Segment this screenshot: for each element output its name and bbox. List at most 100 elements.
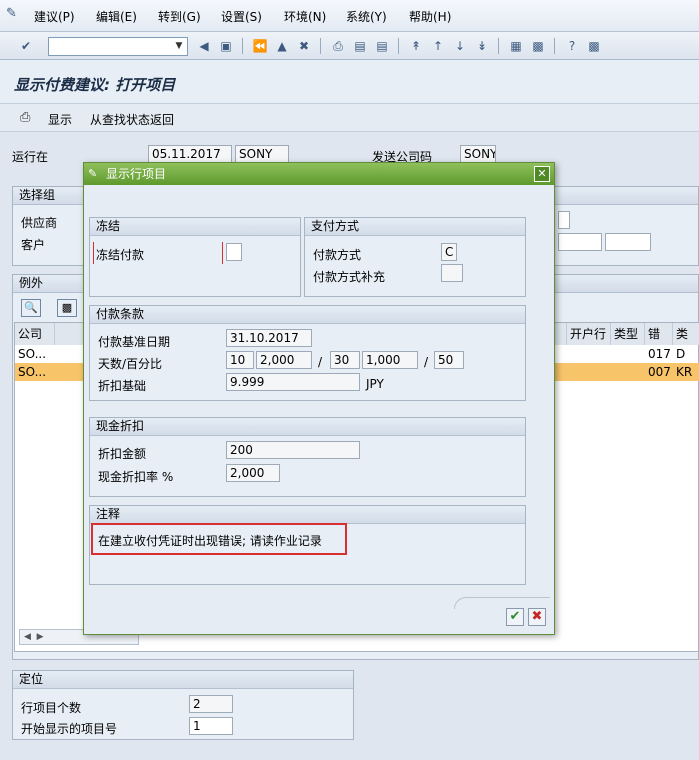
enter-icon[interactable]: ✔ [18,38,34,54]
back-arrow-icon[interactable]: ◀ [196,38,212,54]
run-id-field: SONY [235,145,289,163]
toolbar-divider [398,38,399,54]
block-group: 冻结 冻结付款 [89,217,301,297]
menu-goto[interactable]: 转到(G) [158,8,201,25]
payment-supplement-field [441,264,463,282]
error-note-highlight [91,523,347,555]
menu-environment[interactable]: 环境(N) [284,8,326,25]
back-icon[interactable]: ⏪ [252,38,268,54]
next-page-icon[interactable]: ↓ [452,38,468,54]
find-icon[interactable]: ▤ [352,38,368,54]
item-count-field: 2 [189,695,233,713]
paying-company-field: SONY [460,145,496,163]
binoculars-icon[interactable]: ▩ [57,299,77,317]
col-class[interactable]: 类 [673,323,699,345]
row-class: D [676,347,686,361]
customer-label: 客户 [21,238,46,252]
printer-icon[interactable]: ⎙ [20,110,30,125]
save-icon[interactable]: ▣ [218,38,234,54]
payment-method-label: 付款方式 [313,248,362,262]
close-icon[interactable]: ✕ [534,166,550,182]
standard-toolbar: ✔ ▼ ◀ ▣ ⏪ ▲ ✖ ⎙ ▤ ▤ ↟ ↑ ↓ ↡ ▦ ▩ ? ▩ [0,32,699,60]
baseline-date-label: 付款基准日期 [98,335,171,349]
shortcut-icon[interactable]: ▩ [530,38,546,54]
toolbar-divider [242,38,243,54]
cash-discount-group: 现金折扣 折扣金额 200 现金折扣率 % 2,000 [89,417,526,497]
command-field[interactable]: ▼ [48,37,188,56]
percent2-field: 1,000 [362,351,418,369]
menu-proposal[interactable]: 建议(P) [34,8,75,25]
dialog-title: 显示行项目 [84,163,554,185]
find-next-icon[interactable]: ▤ [374,38,390,54]
line-item-dialog: 显示行项目 ✎ ✕ 冻结 冻结付款 支付方式 付款方式 C 付款方式补充 付款条… [83,162,555,635]
discount-base-field: 9.999 [226,373,360,391]
confirm-check-icon[interactable]: ✔ [506,608,524,626]
baseline-date-field: 31.10.2017 [226,329,312,347]
discount-amount-field: 200 [226,441,360,459]
payment-terms-group: 付款条款 付款基准日期 31.10.2017 天数/百分比 10 2,000 /… [89,305,526,401]
cancel-x-icon[interactable]: ✖ [528,608,546,626]
start-item-field[interactable]: 1 [189,717,233,735]
new-session-icon[interactable]: ▦ [508,38,524,54]
first-page-icon[interactable]: ↟ [408,38,424,54]
position-group-title: 定位 [13,671,353,689]
payment-supplement-label: 付款方式补充 [313,270,386,284]
currency-label: JPY [366,377,384,391]
toolbar-divider [554,38,555,54]
application-toolbar: ⎙ 显示 从查找状态返回 [0,104,699,132]
layout-menu-icon[interactable]: ▩ [586,38,602,54]
payment-terms-group-title: 付款条款 [90,306,525,324]
toolbar-divider [498,38,499,54]
position-group: 定位 行项目个数 2 开始显示的项目号 1 [12,670,354,740]
menu-help[interactable]: 帮助(H) [409,8,451,25]
item-count-label: 行项目个数 [21,701,82,715]
discount-base-label: 折扣基础 [98,379,147,393]
discount-rate-label: 现金折扣率 % [98,470,174,484]
last-page-icon[interactable]: ↡ [474,38,490,54]
run-date-field: 05.11.2017 [148,145,232,163]
customer-from-field[interactable] [558,233,602,251]
percent1-field: 2,000 [256,351,312,369]
col-type[interactable]: 类型 [611,323,645,345]
row-class: KR [676,365,693,379]
col-bank[interactable]: 开户行 [567,323,611,345]
payment-method-group: 支付方式 付款方式 C 付款方式补充 [304,217,526,297]
cash-discount-group-title: 现金折扣 [90,418,525,436]
back-from-search-button[interactable]: 从查找状态返回 [90,111,174,128]
chevron-down-icon[interactable]: ▼ [171,38,187,55]
customer-to-field[interactable] [605,233,651,251]
col-company[interactable]: 公司 [15,323,55,345]
slash-separator: / [318,355,323,369]
help-icon[interactable]: ? [564,38,580,54]
block-payment-field[interactable] [226,243,242,261]
page-title: 显示付费建议: 打开项目 [14,76,176,94]
document-icon: ✎ [88,167,98,180]
menu-edit[interactable]: 编辑(E) [96,8,137,25]
print-icon[interactable]: ⎙ [330,38,346,54]
days-percent-label: 天数/百分比 [98,357,163,371]
run-on-label: 运行在 [12,150,49,164]
toolbar-divider [320,38,321,54]
discount-amount-label: 折扣金额 [98,447,147,461]
detail-icon[interactable]: 🔍 [21,299,41,317]
block-group-title: 冻结 [90,218,300,236]
cancel-icon[interactable]: ✖ [296,38,312,54]
col-error[interactable]: 错 [645,323,673,345]
vendor-label: 供应商 [21,216,58,230]
row-company: SO... [18,347,47,361]
days3-field: 50 [434,351,464,369]
previous-page-icon[interactable]: ↑ [430,38,446,54]
exit-icon[interactable]: ▲ [274,38,290,54]
row-error: 017 [648,347,671,361]
discount-rate-field: 2,000 [226,464,280,482]
row-error: 007 [648,365,671,379]
app-menu-icon[interactable]: ✎ [6,6,22,22]
row-company: SO... [18,365,47,379]
display-button[interactable]: 显示 [48,111,72,128]
menu-system[interactable]: 系统(Y) [346,8,387,25]
days2-field: 30 [330,351,360,369]
menu-bar: ✎ 建议(P) 编辑(E) 转到(G) 设置(S) 环境(N) 系统(Y) 帮助… [0,0,699,32]
menu-settings[interactable]: 设置(S) [221,8,262,25]
vendor-to-field[interactable] [558,211,570,229]
block-required-marker [93,242,223,264]
